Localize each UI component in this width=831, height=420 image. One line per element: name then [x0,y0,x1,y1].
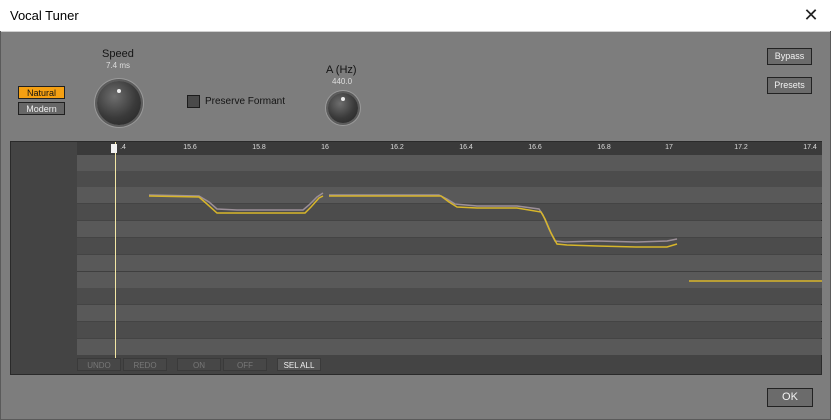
undo-button[interactable]: UNDO [77,358,121,371]
pitch-curves [148,192,822,282]
speed-knob[interactable] [97,81,141,125]
speed-knob-indicator [117,89,121,93]
a-hz-value: 440.0 [332,77,353,86]
timeline-tick: 17 [665,144,673,151]
detected-pitch-line [148,192,324,211]
timeline-tick: 15.8 [252,144,266,151]
edit-toolbar: UNDO REDO ON OFF SEL ALL [77,358,327,372]
playhead-handle[interactable] [111,144,117,153]
timeline-tick: 17.2 [734,144,748,151]
on-button[interactable]: ON [177,358,221,371]
off-button[interactable]: OFF [223,358,267,371]
ok-button[interactable]: OK [767,388,813,407]
speed-label: Speed [102,48,134,60]
a-hz-knob-indicator [341,97,345,101]
a-hz-label: A (Hz) [326,64,357,76]
timeline-tick: 17.4 [803,144,817,151]
window-title: Vocal Tuner [10,8,79,23]
timeline-tick: .4 [120,144,126,151]
timeline-tick: 16.6 [528,144,542,151]
timeline-tick: 16.8 [597,144,611,151]
natural-mode-button[interactable]: Natural [18,86,65,99]
timeline-tick: 16 [321,144,329,151]
redo-button[interactable]: REDO [123,358,167,371]
preserve-formant-checkbox[interactable] [187,95,200,108]
pitch-editor[interactable]: .4 15.6 15.8 16 16.2 16.4 16.6 16.8 17 1… [10,141,822,375]
timeline-tick: 16.4 [459,144,473,151]
timeline-tick: 16.2 [390,144,404,151]
close-icon[interactable]: ✕ [799,4,823,26]
a-hz-knob[interactable] [328,93,358,123]
select-all-button[interactable]: SEL ALL [277,358,321,371]
title-bar: Vocal Tuner ✕ [0,0,831,32]
playhead[interactable] [115,142,116,358]
preserve-formant-label: Preserve Formant [205,96,286,107]
speed-value: 7.4 ms [106,61,131,70]
corrected-pitch-line [329,195,678,248]
detected-pitch-line [329,194,678,243]
presets-button[interactable]: Presets [767,77,812,94]
timeline-tick: 15.6 [183,144,197,151]
bypass-button[interactable]: Bypass [767,48,812,65]
modern-mode-button[interactable]: Modern [18,102,65,115]
timeline-ruler[interactable]: .4 15.6 15.8 16 16.2 16.4 16.6 16.8 17 1… [77,142,822,155]
